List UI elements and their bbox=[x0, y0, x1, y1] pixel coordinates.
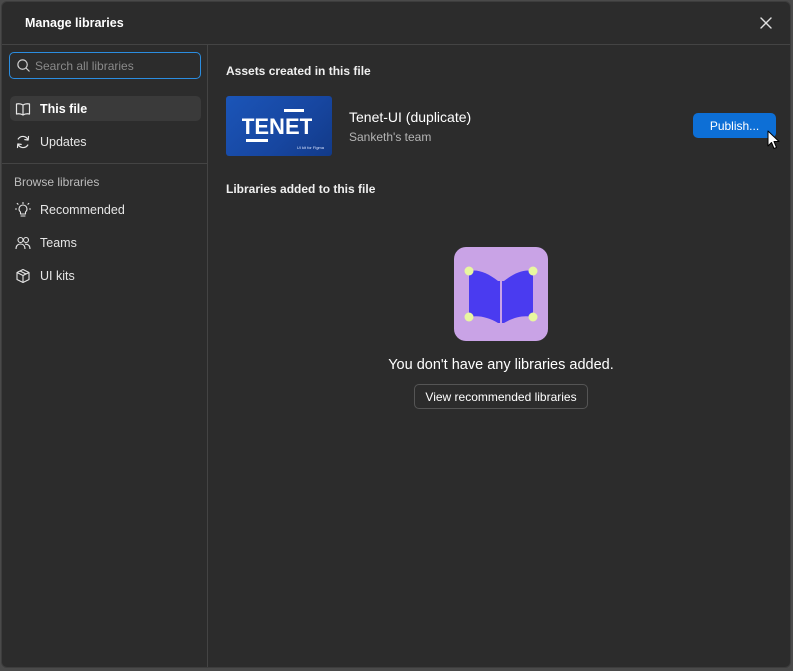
sidebar-item-label: Recommended bbox=[40, 202, 125, 217]
sidebar-item-label: Teams bbox=[40, 235, 77, 250]
lightbulb-icon bbox=[14, 201, 32, 219]
sidebar-item-teams[interactable]: Teams bbox=[10, 230, 201, 255]
assets-heading: Assets created in this file bbox=[226, 64, 371, 78]
package-icon bbox=[14, 267, 32, 285]
sidebar-item-ui-kits[interactable]: UI kits bbox=[10, 263, 201, 288]
book-icon bbox=[14, 100, 32, 118]
view-recommended-libraries-button[interactable]: View recommended libraries bbox=[414, 384, 588, 409]
close-icon bbox=[760, 17, 772, 29]
thumb-logo-text: TENET bbox=[242, 114, 312, 139]
sidebar-item-this-file[interactable]: This file bbox=[10, 96, 201, 121]
sidebar: This file Updates Browse libraries bbox=[2, 45, 208, 667]
sidebar-item-label: UI kits bbox=[40, 268, 75, 283]
library-thumbnail[interactable]: TENET UI kit for Figma bbox=[226, 96, 332, 156]
library-team: Sanketh's team bbox=[349, 130, 432, 144]
tenet-logo: TENET bbox=[242, 109, 312, 142]
sidebar-item-updates[interactable]: Updates bbox=[10, 129, 201, 154]
manage-libraries-dialog: Manage libraries This file bbox=[1, 1, 791, 668]
mouse-cursor-icon bbox=[767, 130, 780, 149]
sidebar-divider bbox=[2, 163, 208, 164]
search-box[interactable] bbox=[9, 52, 201, 79]
library-name: Tenet-UI (duplicate) bbox=[349, 109, 472, 125]
search-input[interactable] bbox=[35, 56, 195, 76]
sidebar-item-label: This file bbox=[40, 101, 88, 116]
dialog-header: Manage libraries bbox=[2, 2, 790, 45]
close-button[interactable] bbox=[758, 15, 774, 31]
thumb-caption: UI kit for Figma bbox=[296, 145, 324, 150]
search-icon bbox=[17, 59, 30, 72]
dialog-title: Manage libraries bbox=[25, 16, 124, 30]
empty-state-text: You don't have any libraries added. bbox=[388, 357, 614, 373]
sidebar-item-label: Updates bbox=[40, 134, 87, 149]
library-book-illustration bbox=[454, 247, 548, 341]
main-panel: Assets created in this file TENET UI kit… bbox=[209, 45, 790, 667]
added-heading: Libraries added to this file bbox=[226, 182, 376, 196]
sidebar-item-recommended[interactable]: Recommended bbox=[10, 197, 201, 222]
people-icon bbox=[14, 234, 32, 252]
browse-libraries-label: Browse libraries bbox=[14, 175, 100, 189]
publish-button[interactable]: Publish... bbox=[693, 113, 776, 138]
refresh-icon bbox=[14, 133, 32, 151]
